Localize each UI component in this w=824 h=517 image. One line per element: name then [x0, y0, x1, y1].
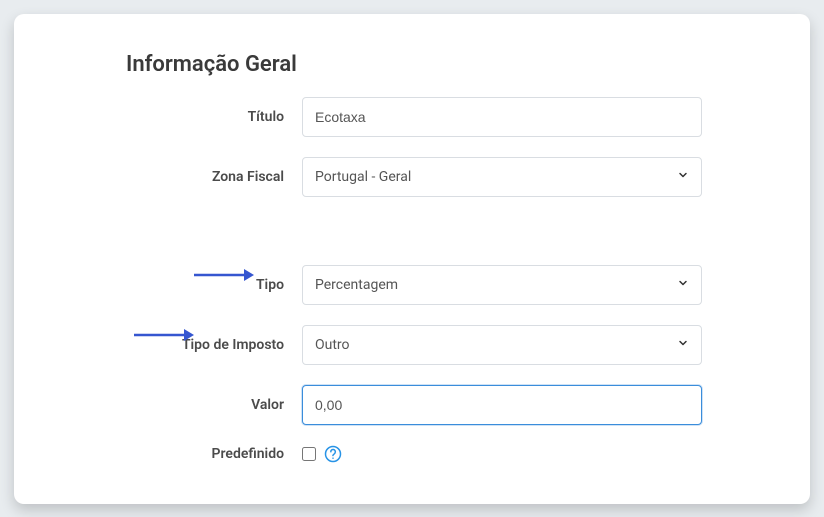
zona-fiscal-select[interactable]: Portugal - Geral	[302, 157, 702, 197]
valor-input[interactable]	[302, 385, 702, 425]
field-row-tipo: Tipo Percentagem	[74, 265, 750, 305]
control-wrap-tipo: Percentagem	[302, 265, 702, 305]
control-wrap-valor	[302, 385, 702, 425]
tipo-select[interactable]: Percentagem	[302, 265, 702, 305]
field-row-zona-fiscal: Zona Fiscal Portugal - Geral	[74, 157, 750, 197]
field-row-valor: Valor	[74, 385, 750, 425]
control-wrap-tipo-imposto: Outro	[302, 325, 702, 365]
chevron-down-icon	[677, 169, 689, 185]
general-info-card: Informação Geral Título Zona Fiscal Port…	[14, 14, 810, 504]
label-zona-fiscal: Zona Fiscal	[74, 169, 302, 185]
tipo-imposto-selected: Outro	[315, 337, 350, 353]
control-wrap-zona-fiscal: Portugal - Geral	[302, 157, 702, 197]
help-icon[interactable]	[324, 445, 342, 463]
chevron-down-icon	[677, 277, 689, 293]
titulo-input[interactable]	[302, 97, 702, 137]
control-wrap-titulo	[302, 97, 702, 137]
tipo-imposto-select[interactable]: Outro	[302, 325, 702, 365]
field-row-predefinido: Predefinido	[74, 445, 750, 463]
label-valor: Valor	[74, 397, 302, 413]
chevron-down-icon	[677, 337, 689, 353]
label-titulo: Título	[74, 109, 302, 125]
control-wrap-predefinido	[302, 445, 702, 463]
label-tipo: Tipo	[74, 277, 302, 293]
field-row-tipo-imposto: Tipo de Imposto Outro	[74, 325, 750, 365]
label-tipo-imposto: Tipo de Imposto	[74, 337, 302, 353]
field-row-titulo: Título	[74, 97, 750, 137]
predefinido-checkbox[interactable]	[302, 447, 316, 461]
label-predefinido: Predefinido	[74, 446, 302, 462]
section-title: Informação Geral	[126, 52, 750, 77]
zona-fiscal-selected: Portugal - Geral	[315, 169, 411, 185]
tipo-selected: Percentagem	[315, 277, 398, 293]
